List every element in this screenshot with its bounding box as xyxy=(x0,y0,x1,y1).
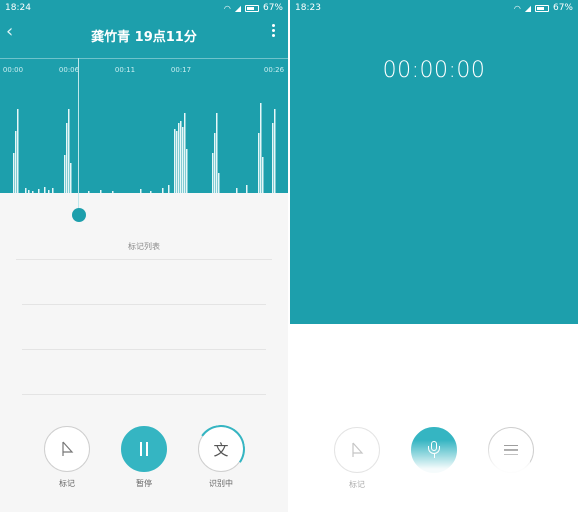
timeline-tick: 00:17 xyxy=(170,66,192,74)
transcribe-progress-arc xyxy=(193,421,249,477)
waveform-bar xyxy=(184,113,186,193)
waveform-bar xyxy=(70,163,72,193)
waveform-bar xyxy=(13,153,15,193)
waveform-bar xyxy=(258,133,260,193)
waveform-bar xyxy=(214,133,216,193)
wifi-icon: ◠ xyxy=(513,3,521,13)
battery-icon xyxy=(534,4,549,12)
waveform-bar xyxy=(182,127,184,193)
timeline-ticks: 00:00 00:06 00:11 00:17 00:26 xyxy=(0,60,288,74)
waveform-bar xyxy=(186,149,188,193)
title-bar: ‹ 龚竹青 19点11分 xyxy=(0,22,288,46)
waveform-bar xyxy=(25,188,27,193)
mark-label: 标记 xyxy=(349,480,365,489)
waveform-bar xyxy=(216,113,218,193)
waveform-bar xyxy=(176,131,178,193)
status-time: 18:23 xyxy=(295,3,321,13)
playhead-line xyxy=(78,58,79,210)
waveform-bar xyxy=(260,103,262,193)
recording-playback-screen: 00:00 00:06 00:11 00:17 00:26 18:24 ◠ ◢ … xyxy=(0,0,288,512)
waveform-bar xyxy=(68,109,70,193)
pause-icon xyxy=(138,442,150,456)
waveform-bar xyxy=(272,123,274,193)
waveform-bar xyxy=(168,185,170,193)
list-divider xyxy=(22,394,266,395)
status-time: 18:24 xyxy=(5,3,31,13)
waveform-bar xyxy=(100,190,102,193)
waveform-bar xyxy=(28,190,30,193)
waveform-bar xyxy=(246,185,248,193)
mark-button[interactable] xyxy=(44,426,90,472)
waveform-bar xyxy=(64,155,66,193)
timeline-tick: 00:06 xyxy=(58,66,80,74)
waveform-bar xyxy=(32,191,34,193)
waveform-bar xyxy=(178,123,180,193)
battery-percent: 67% xyxy=(262,3,283,13)
waveform-bar xyxy=(218,173,220,193)
waveform-bar xyxy=(140,189,142,193)
flag-icon xyxy=(352,442,364,457)
waveform-bar xyxy=(274,109,276,193)
recording-timer: 00:00:00 xyxy=(382,58,486,83)
waveform-bar xyxy=(162,188,164,193)
transcribe-button[interactable]: 文 xyxy=(193,421,249,477)
waveform-bar xyxy=(212,153,214,193)
waveform-bar xyxy=(150,191,152,193)
recorder-panel xyxy=(290,0,578,324)
waveform-bar xyxy=(88,191,90,193)
signal-icon: ◢ xyxy=(234,3,241,13)
waveform-bar xyxy=(180,121,182,193)
waveform-bar xyxy=(112,191,114,193)
mark-button[interactable] xyxy=(334,427,380,473)
playhead-handle[interactable] xyxy=(72,208,86,222)
signal-icon: ◢ xyxy=(524,3,531,13)
battery-icon xyxy=(244,4,259,12)
status-bar: 18:24 ◠ ◢ 67% xyxy=(0,0,288,16)
list-divider xyxy=(16,259,272,260)
timeline-tick: 00:11 xyxy=(114,66,136,74)
pause-label: 暂停 xyxy=(136,479,152,488)
waveform-bar xyxy=(236,188,238,193)
marks-list-title: 标记列表 xyxy=(128,242,160,251)
flag-icon xyxy=(62,441,74,456)
list-divider xyxy=(22,349,266,350)
mark-label: 标记 xyxy=(59,479,75,488)
waveform-bar xyxy=(66,123,68,193)
waveform-bar xyxy=(48,190,50,193)
timeline-tick: 00:26 xyxy=(263,66,285,74)
pause-button[interactable] xyxy=(121,426,167,472)
waveform-bar xyxy=(52,188,54,193)
waveform-bar xyxy=(38,189,40,193)
battery-percent: 67% xyxy=(552,3,573,13)
recorder-screen: 18:23 ◠ ◢ 67% 00:00:00 标记 xyxy=(290,0,578,512)
timeline-tick: 00:00 xyxy=(2,66,24,74)
more-icon[interactable] xyxy=(272,24,276,38)
wifi-icon: ◠ xyxy=(223,3,231,13)
waveform-bar xyxy=(17,109,19,193)
transcribe-label: 识别中 xyxy=(209,479,233,488)
timeline-axis xyxy=(0,58,288,59)
waveform-bar xyxy=(15,131,17,193)
list-divider xyxy=(22,304,266,305)
waveform-bar xyxy=(262,157,264,193)
fade-overlay xyxy=(400,440,530,512)
waveform-bar xyxy=(44,187,46,193)
waveform-bar xyxy=(174,129,176,193)
recording-title: 龚竹青 19点11分 xyxy=(91,30,197,45)
status-bar: 18:23 ◠ ◢ 67% xyxy=(290,0,578,16)
